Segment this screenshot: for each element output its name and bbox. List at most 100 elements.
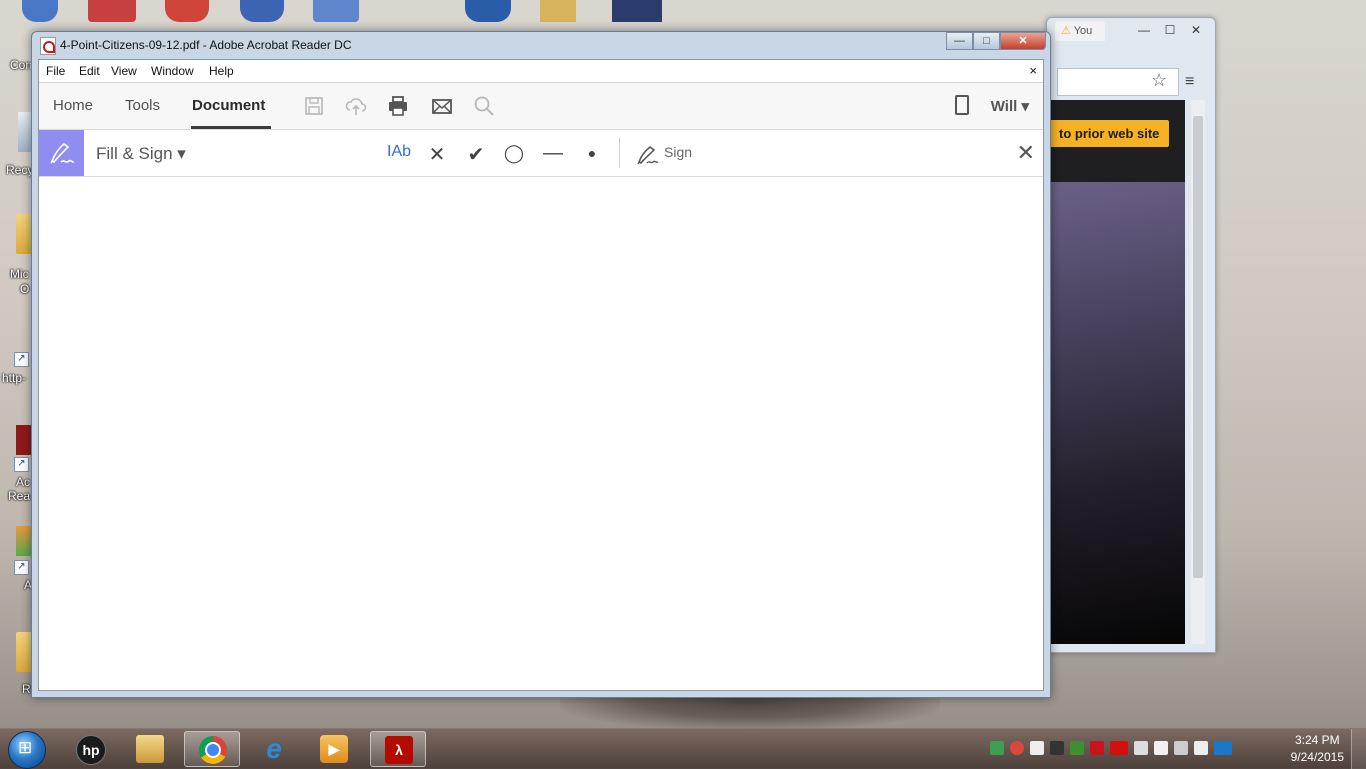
- maximize-button[interactable]: □: [973, 32, 1000, 50]
- desktop-icon-label-http[interactable]: http-: [2, 371, 26, 385]
- signal-bars-icon[interactable]: [1134, 741, 1148, 755]
- browser-window[interactable]: ⚠ You — ☐ ✕ ☆ ≡ to prior web site: [1046, 17, 1216, 653]
- taskbar-hp-app[interactable]: hp: [62, 731, 118, 767]
- shortcut-arrow-icon: ↗: [14, 352, 29, 367]
- clock-time: 3:24 PM: [1294, 733, 1340, 747]
- ellipse-tool[interactable]: ◯: [502, 143, 526, 165]
- print-icon[interactable]: [387, 95, 409, 117]
- mobile-link-icon[interactable]: [955, 95, 969, 115]
- tray-tool-icon[interactable]: [1050, 741, 1064, 755]
- acrobat-client-area: File Edit View Window Help × Home Tools …: [38, 59, 1044, 691]
- save-icon[interactable]: [303, 95, 325, 117]
- dot-tool[interactable]: ●: [582, 145, 602, 167]
- desktop-top-icon-3[interactable]: [165, 0, 209, 22]
- window-title: 4-Point-Citizens-09-12.pdf - Adobe Acrob…: [60, 38, 352, 52]
- menu-window[interactable]: Window: [151, 64, 194, 78]
- browser-menu-icon[interactable]: ≡: [1185, 73, 1194, 91]
- clock-date: 9/24/2015: [1290, 750, 1344, 764]
- acrobat-window[interactable]: 4-Point-Citizens-09-12.pdf - Adobe Acrob…: [31, 31, 1051, 698]
- user-account-menu[interactable]: Will ▾: [991, 97, 1029, 115]
- close-button[interactable]: ✕: [1000, 32, 1046, 50]
- page-hero-image: [1051, 182, 1185, 644]
- page-banner: to prior web site: [1051, 100, 1185, 182]
- menu-edit[interactable]: Edit: [79, 64, 100, 78]
- folder-icon: [136, 735, 164, 763]
- desktop-top-icon-4[interactable]: [240, 0, 284, 22]
- menu-help[interactable]: Help: [209, 64, 234, 78]
- cc-icon[interactable]: [1214, 741, 1232, 755]
- prior-web-site-button[interactable]: to prior web site: [1051, 120, 1170, 147]
- taskbar-explorer-app[interactable]: [122, 731, 178, 767]
- browser-close-button[interactable]: ✕: [1183, 22, 1209, 39]
- desktop-icon-label-r[interactable]: R: [22, 682, 31, 696]
- tab-home[interactable]: Home: [53, 97, 93, 114]
- desktop-icon-label-computer[interactable]: Con: [10, 58, 32, 72]
- acrobat-tray-icon[interactable]: [1090, 741, 1104, 755]
- close-document-icon[interactable]: ×: [1029, 63, 1037, 78]
- acrobat-desktop-icon[interactable]: [16, 425, 32, 455]
- flag-icon[interactable]: [1154, 741, 1168, 755]
- close-fill-sign-icon[interactable]: ✕: [1017, 140, 1035, 166]
- window-controls: — □ ✕: [946, 32, 1046, 50]
- fill-and-sign-toolbar: Fill & Sign ▾ IAb ✕ ✔ ◯ — ● Sign ✕: [39, 130, 1043, 177]
- tray-app-icon[interactable]: [990, 741, 1004, 755]
- desktop-top-icon-2[interactable]: [88, 0, 136, 22]
- desktop-icon-label-office[interactable]: O: [20, 282, 29, 296]
- desktop-icon-label-acrobat[interactable]: Ac: [16, 475, 30, 489]
- bookmark-star-icon[interactable]: ☆: [1151, 70, 1167, 91]
- sign-button[interactable]: Sign: [664, 144, 692, 160]
- menu-file[interactable]: File: [46, 64, 65, 78]
- menu-view[interactable]: View: [111, 64, 137, 78]
- desktop-icon-label-recycle[interactable]: Recy: [6, 163, 33, 177]
- search-icon[interactable]: [473, 95, 495, 117]
- acrobat-titlebar[interactable]: 4-Point-Citizens-09-12.pdf - Adobe Acrob…: [32, 32, 1050, 58]
- cloud-upload-icon[interactable]: [345, 95, 367, 117]
- sign-pen-icon[interactable]: [635, 142, 659, 166]
- desktop-top-icon-8[interactable]: [612, 0, 662, 22]
- hp-icon: hp: [76, 735, 106, 765]
- email-icon[interactable]: [431, 95, 453, 117]
- pdf-file-icon: [40, 37, 56, 55]
- taskbar-chrome-app[interactable]: [184, 731, 240, 767]
- browser-maximize-button[interactable]: ☐: [1157, 22, 1183, 39]
- browser-window-controls: — ☐ ✕: [1131, 22, 1209, 39]
- desktop-icon-label-microsoft[interactable]: Mic: [10, 267, 29, 281]
- volume-icon[interactable]: [1030, 741, 1044, 755]
- system-clock[interactable]: 3:24 PM 9/24/2015: [1291, 732, 1344, 766]
- main-toolbar: Home Tools Document Will ▾: [39, 83, 1043, 130]
- browser-tab-label: You: [1073, 25, 1093, 37]
- show-desktop-button[interactable]: [1351, 729, 1366, 769]
- desktop-top-icon-1[interactable]: [22, 0, 58, 22]
- system-tray: [990, 741, 1232, 755]
- removable-device-icon[interactable]: [1194, 741, 1208, 755]
- chrome-tray-icon[interactable]: [1010, 741, 1024, 755]
- desktop-top-icon-5[interactable]: [313, 0, 359, 22]
- browser-scrollbar-thumb[interactable]: [1193, 116, 1203, 578]
- ati-icon[interactable]: [1110, 741, 1128, 755]
- desktop-top-icon-6[interactable]: [465, 0, 511, 22]
- taskbar-media-app[interactable]: ▶: [306, 731, 362, 767]
- shortcut-arrow-icon: ↗: [14, 457, 29, 472]
- tab-tools[interactable]: Tools: [125, 97, 160, 114]
- tab-document[interactable]: Document: [192, 97, 265, 114]
- power-icon[interactable]: [1174, 741, 1188, 755]
- browser-scrollbar[interactable]: [1191, 100, 1205, 644]
- warning-icon: ⚠: [1061, 25, 1071, 37]
- taskbar-acrobat-app[interactable]: λ: [370, 731, 426, 767]
- taskbar: hp e ▶ λ 3:24 PM 9/24/2015: [0, 728, 1366, 769]
- fill-sign-title[interactable]: Fill & Sign ▾: [96, 144, 186, 164]
- add-text-tool[interactable]: IAb: [386, 143, 412, 165]
- browser-minimize-button[interactable]: —: [1131, 22, 1157, 39]
- check-mark-tool[interactable]: ✔: [465, 142, 487, 166]
- line-tool[interactable]: —: [541, 142, 565, 164]
- document-view[interactable]: [39, 177, 1043, 690]
- minimize-button[interactable]: —: [946, 32, 973, 50]
- network-icon[interactable]: [1070, 741, 1084, 755]
- cross-mark-tool[interactable]: ✕: [427, 142, 447, 166]
- start-button[interactable]: [8, 731, 46, 769]
- taskbar-ie-app[interactable]: e: [246, 731, 302, 767]
- desktop-icon-label-reader[interactable]: Rea: [8, 489, 30, 503]
- desktop-top-icon-7[interactable]: [540, 0, 576, 22]
- browser-tab[interactable]: ⚠ You: [1055, 21, 1105, 41]
- media-player-icon: ▶: [320, 735, 348, 763]
